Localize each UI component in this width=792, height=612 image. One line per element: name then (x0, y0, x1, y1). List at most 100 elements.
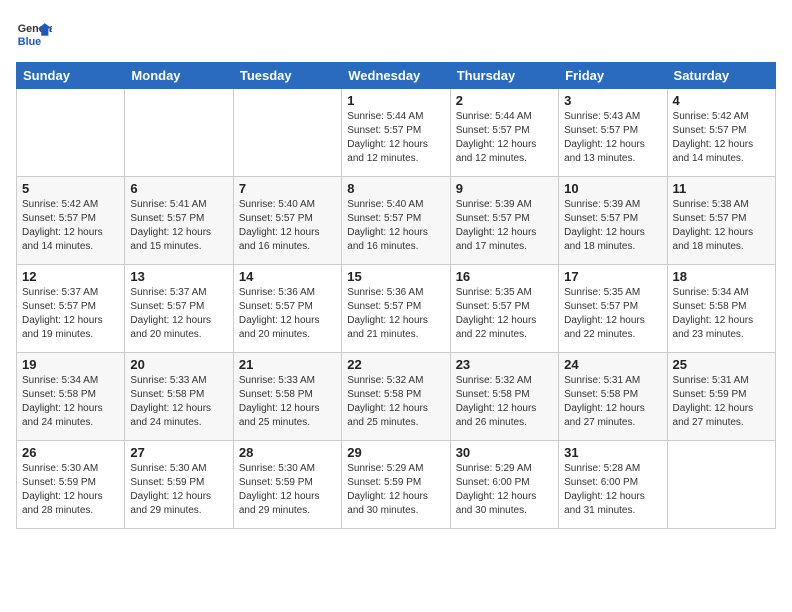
day-number: 6 (130, 181, 227, 196)
calendar-cell: 6 Sunrise: 5:41 AMSunset: 5:57 PMDaylight… (125, 177, 233, 265)
day-number: 24 (564, 357, 661, 372)
day-info: Sunrise: 5:40 AMSunset: 5:57 PMDaylight:… (239, 198, 336, 254)
calendar-cell (233, 89, 341, 177)
day-number: 1 (347, 93, 444, 108)
day-info: Sunrise: 5:30 AMSunset: 5:59 PMDaylight:… (22, 462, 119, 518)
day-number: 8 (347, 181, 444, 196)
day-number: 20 (130, 357, 227, 372)
day-number: 26 (22, 445, 119, 460)
day-number: 3 (564, 93, 661, 108)
day-info: Sunrise: 5:34 AMSunset: 5:58 PMDaylight:… (22, 374, 119, 430)
day-info: Sunrise: 5:44 AMSunset: 5:57 PMDaylight:… (456, 110, 553, 166)
day-info: Sunrise: 5:38 AMSunset: 5:57 PMDaylight:… (673, 198, 770, 254)
day-info: Sunrise: 5:34 AMSunset: 5:58 PMDaylight:… (673, 286, 770, 342)
day-number: 21 (239, 357, 336, 372)
calendar-cell (125, 89, 233, 177)
calendar-cell: 28Sunrise: 5:30 AMSunset: 5:59 PMDayligh… (233, 441, 341, 529)
day-number: 19 (22, 357, 119, 372)
day-number: 9 (456, 181, 553, 196)
day-number: 25 (673, 357, 770, 372)
day-number: 7 (239, 181, 336, 196)
day-number: 16 (456, 269, 553, 284)
calendar-cell: 25Sunrise: 5:31 AMSunset: 5:59 PMDayligh… (667, 353, 775, 441)
day-number: 17 (564, 269, 661, 284)
calendar-cell: 5 Sunrise: 5:42 AMSunset: 5:57 PMDaylight… (17, 177, 125, 265)
day-info: Sunrise: 5:33 AMSunset: 5:58 PMDaylight:… (130, 374, 227, 430)
day-number: 27 (130, 445, 227, 460)
calendar-cell: 18 Sunrise: 5:34 AMSunset: 5:58 PMDayligh… (667, 265, 775, 353)
day-number: 22 (347, 357, 444, 372)
day-info: Sunrise: 5:32 AMSunset: 5:58 PMDaylight:… (456, 374, 553, 430)
calendar-cell (667, 441, 775, 529)
calendar-body: 1 Sunrise: 5:44 AMSunset: 5:57 PMDaylight… (17, 89, 776, 529)
day-number: 28 (239, 445, 336, 460)
weekday-header-monday: Monday (125, 63, 233, 89)
day-info: Sunrise: 5:42 AMSunset: 5:57 PMDaylight:… (22, 198, 119, 254)
weekday-header-wednesday: Wednesday (342, 63, 450, 89)
day-number: 18 (673, 269, 770, 284)
day-info: Sunrise: 5:29 AMSunset: 6:00 PMDaylight:… (456, 462, 553, 518)
svg-text:Blue: Blue (18, 36, 41, 48)
day-info: Sunrise: 5:39 AMSunset: 5:57 PMDaylight:… (456, 198, 553, 254)
day-info: Sunrise: 5:37 AMSunset: 5:57 PMDaylight:… (130, 286, 227, 342)
day-number: 12 (22, 269, 119, 284)
day-info: Sunrise: 5:31 AMSunset: 5:58 PMDaylight:… (564, 374, 661, 430)
calendar-cell: 12 Sunrise: 5:37 AMSunset: 5:57 PMDayligh… (17, 265, 125, 353)
calendar-week-2: 5 Sunrise: 5:42 AMSunset: 5:57 PMDaylight… (17, 177, 776, 265)
day-info: Sunrise: 5:29 AMSunset: 5:59 PMDaylight:… (347, 462, 444, 518)
calendar-cell: 31 Sunrise: 5:28 AMSunset: 6:00 PMDayligh… (559, 441, 667, 529)
day-info: Sunrise: 5:32 AMSunset: 5:58 PMDaylight:… (347, 374, 444, 430)
calendar-cell (17, 89, 125, 177)
calendar-week-3: 12 Sunrise: 5:37 AMSunset: 5:57 PMDayligh… (17, 265, 776, 353)
calendar-cell: 16 Sunrise: 5:35 AMSunset: 5:57 PMDayligh… (450, 265, 558, 353)
day-info: Sunrise: 5:44 AMSunset: 5:57 PMDaylight:… (347, 110, 444, 166)
logo-icon: General Blue (16, 16, 52, 52)
page-header: General Blue (16, 16, 776, 52)
day-info: Sunrise: 5:40 AMSunset: 5:57 PMDaylight:… (347, 198, 444, 254)
day-number: 29 (347, 445, 444, 460)
calendar-cell: 1 Sunrise: 5:44 AMSunset: 5:57 PMDaylight… (342, 89, 450, 177)
calendar-cell: 20 Sunrise: 5:33 AMSunset: 5:58 PMDayligh… (125, 353, 233, 441)
weekday-header-friday: Friday (559, 63, 667, 89)
calendar-cell: 11 Sunrise: 5:38 AMSunset: 5:57 PMDayligh… (667, 177, 775, 265)
day-info: Sunrise: 5:35 AMSunset: 5:57 PMDaylight:… (456, 286, 553, 342)
calendar-week-1: 1 Sunrise: 5:44 AMSunset: 5:57 PMDaylight… (17, 89, 776, 177)
calendar-cell: 7 Sunrise: 5:40 AMSunset: 5:57 PMDaylight… (233, 177, 341, 265)
calendar-week-5: 26 Sunrise: 5:30 AMSunset: 5:59 PMDayligh… (17, 441, 776, 529)
day-number: 2 (456, 93, 553, 108)
day-number: 15 (347, 269, 444, 284)
calendar-cell: 17 Sunrise: 5:35 AMSunset: 5:57 PMDayligh… (559, 265, 667, 353)
calendar-table: SundayMondayTuesdayWednesdayThursdayFrid… (16, 62, 776, 529)
calendar-cell: 2 Sunrise: 5:44 AMSunset: 5:57 PMDaylight… (450, 89, 558, 177)
day-number: 14 (239, 269, 336, 284)
day-info: Sunrise: 5:39 AMSunset: 5:57 PMDaylight:… (564, 198, 661, 254)
day-number: 30 (456, 445, 553, 460)
calendar-cell: 26 Sunrise: 5:30 AMSunset: 5:59 PMDayligh… (17, 441, 125, 529)
day-number: 5 (22, 181, 119, 196)
calendar-cell: 3Sunrise: 5:43 AMSunset: 5:57 PMDaylight… (559, 89, 667, 177)
weekday-header-tuesday: Tuesday (233, 63, 341, 89)
calendar-cell: 30 Sunrise: 5:29 AMSunset: 6:00 PMDayligh… (450, 441, 558, 529)
day-number: 23 (456, 357, 553, 372)
calendar-cell: 19 Sunrise: 5:34 AMSunset: 5:58 PMDayligh… (17, 353, 125, 441)
calendar-week-4: 19 Sunrise: 5:34 AMSunset: 5:58 PMDayligh… (17, 353, 776, 441)
day-info: Sunrise: 5:33 AMSunset: 5:58 PMDaylight:… (239, 374, 336, 430)
calendar-cell: 14Sunrise: 5:36 AMSunset: 5:57 PMDayligh… (233, 265, 341, 353)
weekday-header-saturday: Saturday (667, 63, 775, 89)
day-number: 13 (130, 269, 227, 284)
calendar-cell: 24 Sunrise: 5:31 AMSunset: 5:58 PMDayligh… (559, 353, 667, 441)
calendar-cell: 21 Sunrise: 5:33 AMSunset: 5:58 PMDayligh… (233, 353, 341, 441)
calendar-cell: 8 Sunrise: 5:40 AMSunset: 5:57 PMDaylight… (342, 177, 450, 265)
day-number: 31 (564, 445, 661, 460)
calendar-cell: 27Sunrise: 5:30 AMSunset: 5:59 PMDayligh… (125, 441, 233, 529)
day-info: Sunrise: 5:42 AMSunset: 5:57 PMDaylight:… (673, 110, 770, 166)
calendar-header-row: SundayMondayTuesdayWednesdayThursdayFrid… (17, 63, 776, 89)
day-number: 10 (564, 181, 661, 196)
day-number: 11 (673, 181, 770, 196)
day-info: Sunrise: 5:28 AMSunset: 6:00 PMDaylight:… (564, 462, 661, 518)
day-info: Sunrise: 5:41 AMSunset: 5:57 PMDaylight:… (130, 198, 227, 254)
calendar-cell: 23 Sunrise: 5:32 AMSunset: 5:58 PMDayligh… (450, 353, 558, 441)
day-info: Sunrise: 5:35 AMSunset: 5:57 PMDaylight:… (564, 286, 661, 342)
day-info: Sunrise: 5:37 AMSunset: 5:57 PMDaylight:… (22, 286, 119, 342)
day-number: 4 (673, 93, 770, 108)
